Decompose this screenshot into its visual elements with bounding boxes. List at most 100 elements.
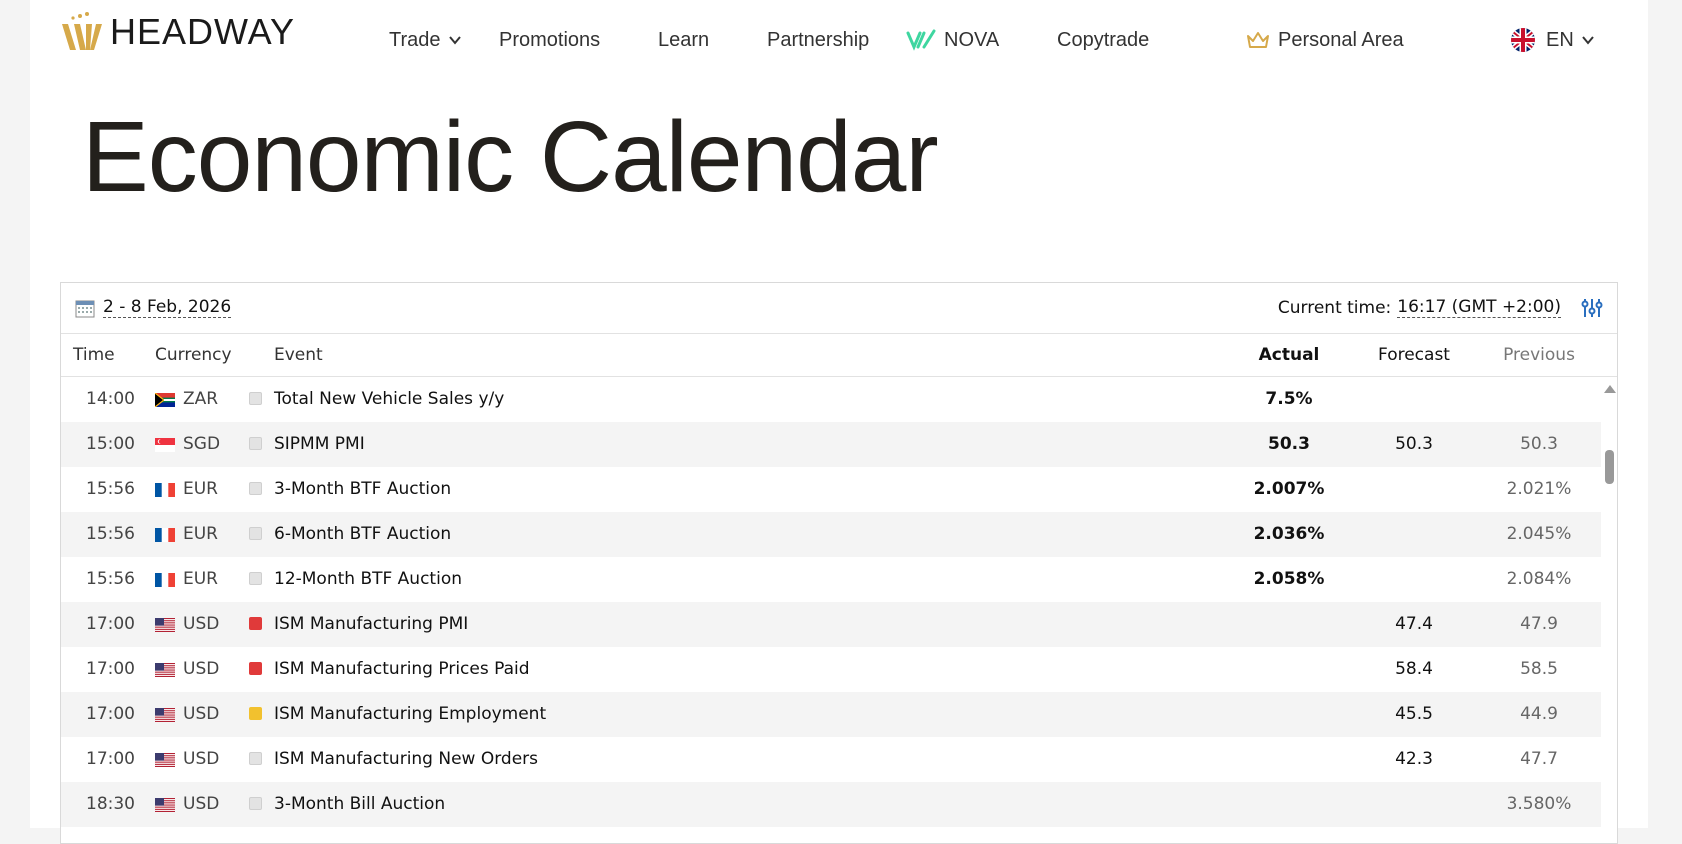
us-flag-icon bbox=[155, 707, 175, 722]
table-row[interactable]: 15:56 EUR 12-Month BTF Auction 2.058% 2.084% bbox=[61, 557, 1601, 602]
col-event: Event bbox=[274, 345, 323, 365]
event-name[interactable]: ISM Manufacturing PMI bbox=[274, 614, 468, 634]
event-name[interactable]: ISM Manufacturing Employment bbox=[274, 704, 546, 724]
table-row[interactable]: 17:00 USD ISM Manufacturing New Orders 42.3… bbox=[61, 737, 1601, 782]
importance-low-icon bbox=[249, 752, 262, 765]
nav-partnership[interactable]: Partnership bbox=[767, 24, 869, 56]
col-actual: Actual bbox=[1258, 345, 1320, 365]
nav-copytrade-label: Copytrade bbox=[1057, 29, 1150, 51]
event-name[interactable]: 6-Month BTF Auction bbox=[274, 524, 451, 544]
event-name[interactable]: 3-Month Bill Auction bbox=[274, 794, 445, 814]
event-name[interactable]: ISM Manufacturing Prices Paid bbox=[274, 659, 530, 679]
current-time-value[interactable]: 16:17 (GMT +2:00) bbox=[1397, 297, 1561, 318]
event-currency: EUR bbox=[183, 524, 218, 544]
event-time: 17:00 bbox=[86, 704, 135, 724]
importance-high-icon bbox=[249, 617, 262, 630]
event-actual: 7.5% bbox=[1265, 389, 1313, 409]
importance-medium-icon bbox=[249, 707, 262, 720]
nav-trade[interactable]: Trade bbox=[389, 24, 463, 56]
economic-calendar-widget: 2 - 8 Feb, 2026 Current time: 16:17 (GMT… bbox=[60, 282, 1618, 844]
event-name[interactable]: 3-Month BTF Auction bbox=[274, 479, 451, 499]
event-currency: USD bbox=[183, 614, 220, 634]
page-title: Economic Calendar bbox=[82, 101, 939, 213]
event-time: 17:00 bbox=[86, 614, 135, 634]
calendar-toolbar: 2 - 8 Feb, 2026 Current time: 16:17 (GMT… bbox=[61, 283, 1617, 334]
south-africa-flag-icon bbox=[154, 392, 175, 408]
language-label: EN bbox=[1546, 29, 1574, 51]
table-row[interactable]: 15:56 EUR 3-Month BTF Auction 2.007% 2.021% bbox=[61, 467, 1601, 512]
event-currency: SGD bbox=[183, 434, 221, 454]
nav-nova-label: NOVA bbox=[944, 29, 1000, 51]
crown-icon bbox=[1247, 32, 1269, 48]
nova-icon bbox=[906, 29, 936, 51]
event-previous: 47.7 bbox=[1520, 749, 1558, 769]
event-time: 18:30 bbox=[86, 794, 135, 814]
event-name[interactable]: ISM Manufacturing New Orders bbox=[274, 749, 538, 769]
us-flag-icon bbox=[155, 662, 175, 677]
nav-trade-label: Trade bbox=[389, 29, 441, 51]
nav-learn[interactable]: Learn bbox=[658, 24, 709, 56]
event-currency: USD bbox=[183, 749, 220, 769]
table-row[interactable]: 17:00 USD ISM Manufacturing Employment 45.5… bbox=[61, 692, 1601, 737]
scroll-up-arrow-icon[interactable] bbox=[1604, 385, 1616, 393]
event-time: 15:56 bbox=[86, 479, 135, 499]
importance-low-icon bbox=[249, 527, 262, 540]
page: HEADWAY Trade Promotions Learn Partnersh… bbox=[30, 0, 1648, 844]
table-row[interactable]: 18:30 USD 3-Month Bill Auction 3.580% bbox=[61, 782, 1601, 827]
event-actual: 2.007% bbox=[1253, 479, 1325, 499]
nav-copytrade[interactable]: Copytrade bbox=[1057, 24, 1149, 56]
event-actual: 2.036% bbox=[1253, 524, 1325, 544]
chevron-down-icon bbox=[1582, 36, 1594, 45]
france-flag-icon bbox=[155, 527, 175, 542]
scroll-thumb[interactable] bbox=[1605, 450, 1614, 484]
table-row[interactable]: 15:56 EUR 6-Month BTF Auction 2.036% 2.045% bbox=[61, 512, 1601, 557]
table-row[interactable]: 17:00 USD ISM Manufacturing PMI 47.4 47.9 bbox=[61, 602, 1601, 647]
table-row[interactable]: 17:00 USD ISM Manufacturing Prices Paid 58.… bbox=[61, 647, 1601, 692]
col-currency: Currency bbox=[155, 345, 232, 365]
event-name[interactable]: SIPMM PMI bbox=[274, 434, 365, 454]
event-forecast: 50.3 bbox=[1395, 434, 1433, 454]
table-row[interactable]: 15:00 SGD SIPMM PMI 50.3 50.3 50.3 bbox=[61, 422, 1601, 467]
event-forecast: 58.4 bbox=[1395, 659, 1433, 679]
nav-promotions[interactable]: Promotions bbox=[499, 24, 600, 56]
event-forecast: 47.4 bbox=[1395, 614, 1433, 634]
headway-logo[interactable]: HEADWAY bbox=[60, 10, 295, 54]
nav-partnership-label: Partnership bbox=[767, 29, 870, 51]
event-actual: 50.3 bbox=[1268, 434, 1310, 454]
site-header: HEADWAY Trade Promotions Learn Partnersh… bbox=[30, 0, 1648, 80]
col-time: Time bbox=[73, 345, 115, 365]
event-name[interactable]: Total New Vehicle Sales y/y bbox=[274, 389, 504, 409]
chevron-down-icon bbox=[448, 36, 461, 45]
event-previous: 50.3 bbox=[1520, 434, 1558, 454]
nav-nova[interactable]: NOVA bbox=[906, 24, 999, 56]
us-flag-icon bbox=[155, 617, 175, 632]
event-time: 15:56 bbox=[86, 524, 135, 544]
event-actual: 2.058% bbox=[1253, 569, 1325, 589]
table-scrollbar[interactable] bbox=[1601, 377, 1617, 843]
filter-settings-icon[interactable] bbox=[1581, 297, 1603, 319]
col-previous: Previous bbox=[1503, 345, 1575, 365]
event-currency: EUR bbox=[183, 569, 218, 589]
us-flag-icon bbox=[155, 752, 175, 767]
event-previous: 2.084% bbox=[1506, 569, 1572, 589]
event-time: 15:00 bbox=[86, 434, 135, 454]
table-row[interactable]: 14:00 ZAR Total New Vehicle Sales y/y 7.5% bbox=[61, 377, 1601, 422]
nav-personal-area-label: Personal Area bbox=[1278, 29, 1404, 51]
language-selector[interactable]: EN bbox=[1508, 24, 1596, 56]
event-previous: 44.9 bbox=[1520, 704, 1558, 724]
event-previous: 47.9 bbox=[1520, 614, 1558, 634]
importance-low-icon bbox=[249, 797, 262, 810]
current-time-label: Current time: bbox=[1277, 297, 1392, 318]
event-currency: ZAR bbox=[183, 389, 219, 409]
date-range-picker[interactable]: 2 - 8 Feb, 2026 bbox=[75, 297, 232, 318]
event-forecast: 42.3 bbox=[1395, 749, 1433, 769]
france-flag-icon bbox=[155, 482, 175, 497]
event-currency: USD bbox=[183, 704, 220, 724]
event-name[interactable]: 12-Month BTF Auction bbox=[274, 569, 462, 589]
headway-logo-icon bbox=[62, 12, 102, 50]
event-forecast: 45.5 bbox=[1395, 704, 1433, 724]
nav-promotions-label: Promotions bbox=[499, 29, 601, 51]
nav-personal-area[interactable]: Personal Area bbox=[1246, 24, 1404, 56]
importance-low-icon bbox=[249, 482, 262, 495]
event-currency: USD bbox=[183, 659, 220, 679]
